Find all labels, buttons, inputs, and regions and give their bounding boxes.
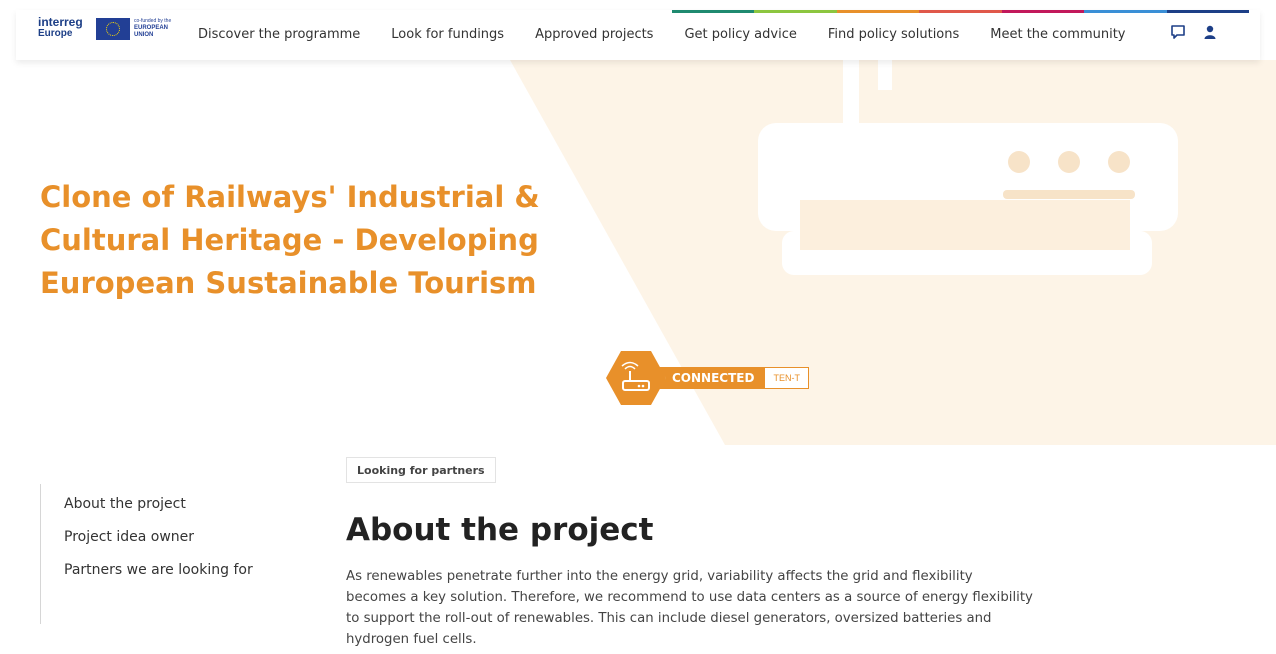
nav-approved-projects[interactable]: Approved projects xyxy=(535,27,653,42)
router-icon xyxy=(606,351,666,405)
chat-icon[interactable] xyxy=(1170,24,1186,40)
project-description: As renewables penetrate further into the… xyxy=(346,569,1033,647)
nav-look-for-fundings[interactable]: Look for fundings xyxy=(391,27,504,42)
main-nav: Discover the programme Look for fundings… xyxy=(198,10,1156,58)
interreg-logo[interactable]: interreg Europe co-funded by the EUROPEA… xyxy=(38,15,176,48)
eu-line-1: co-funded by the xyxy=(134,18,172,24)
eu-flag-icon xyxy=(96,18,130,40)
status-badge: Looking for partners xyxy=(346,457,496,483)
thematic-badge: CONNECTED TEN-T xyxy=(606,351,809,405)
eu-funding-label: co-funded by the EUROPEAN UNION xyxy=(134,18,176,39)
sidebar-item-about[interactable]: About the project xyxy=(64,497,253,511)
user-icon[interactable] xyxy=(1202,24,1218,40)
nav-discover-programme[interactable]: Discover the programme xyxy=(198,27,360,42)
section-title: About the project xyxy=(346,512,654,548)
logo-wordmark: interreg Europe xyxy=(38,15,94,39)
section-sidebar: About the project Project idea owner Par… xyxy=(40,484,253,624)
logo-line-1: interreg xyxy=(38,15,83,29)
header-actions xyxy=(1170,24,1218,40)
badge-tag: TEN-T xyxy=(764,367,809,389)
logo-line-2: Europe xyxy=(38,28,73,39)
eu-line-2: EUROPEAN xyxy=(134,25,169,31)
nav-meet-community[interactable]: Meet the community xyxy=(990,27,1125,42)
eu-line-3: UNION xyxy=(134,32,154,38)
nav-get-policy-advice[interactable]: Get policy advice xyxy=(684,27,796,42)
badge-label: CONNECTED xyxy=(658,367,765,389)
stripe xyxy=(1166,10,1249,13)
sidebar-item-partners[interactable]: Partners we are looking for xyxy=(64,563,253,577)
page-title: Clone of Railways' Industrial & Cultural… xyxy=(40,180,540,300)
sidebar-item-idea-owner[interactable]: Project idea owner xyxy=(64,530,253,544)
nav-find-policy-solutions[interactable]: Find policy solutions xyxy=(828,27,959,42)
site-header: interreg Europe co-funded by the EUROPEA… xyxy=(16,10,1260,60)
